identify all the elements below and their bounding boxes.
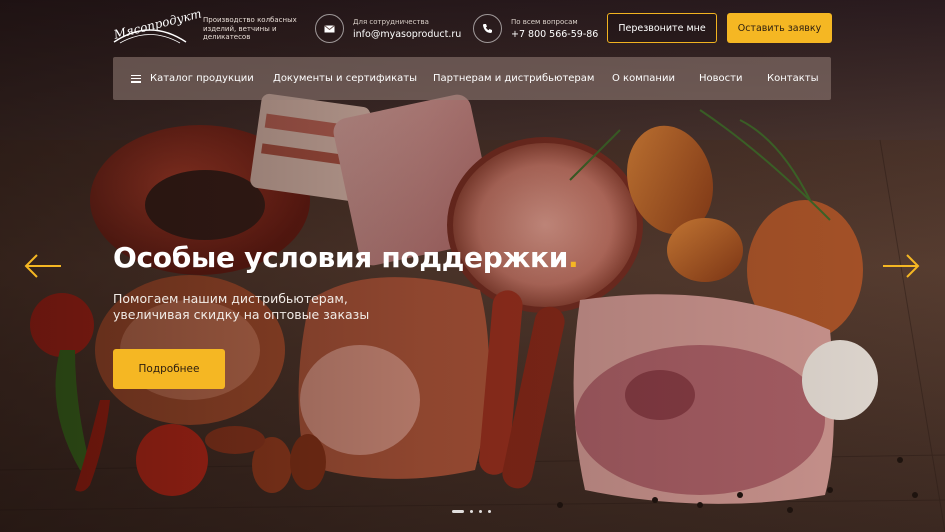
nav-item-catalog[interactable]: Каталог продукции (131, 57, 254, 100)
main-nav: Каталог продукции Документы и сертификат… (113, 57, 831, 100)
hero-subtitle: Помогаем нашим дистрибьютерам, увеличива… (113, 291, 370, 322)
phone-link[interactable]: +7 800 566-59-86 (511, 29, 598, 40)
slider-dot-active[interactable] (452, 510, 464, 513)
nav-item-about[interactable]: О компании (612, 57, 675, 100)
phone-caption: По всем вопросам (511, 18, 578, 26)
nav-item-partners[interactable]: Партнерам и дистрибьютерам (433, 57, 594, 100)
burger-menu-icon (131, 74, 141, 83)
hero-title: Особые условия поддержки. (113, 241, 579, 274)
hero-title-dot: . (568, 241, 579, 274)
email-link[interactable]: info@myasoproduct.ru (353, 29, 461, 40)
mail-icon (315, 14, 344, 43)
slider-dot[interactable] (479, 510, 482, 513)
arrow-right-icon[interactable] (881, 252, 921, 280)
slider-dot[interactable] (470, 510, 473, 513)
request-button[interactable]: Оставить заявку (727, 13, 832, 43)
email-caption: Для сотрудничества (353, 18, 429, 26)
site-header: Мясопродукт Производство колбасных издел… (0, 0, 945, 56)
company-logo[interactable]: Мясопродукт (112, 6, 203, 46)
phone-icon (473, 14, 502, 43)
more-button[interactable]: Подробнее (113, 349, 225, 389)
company-tagline: Производство колбасных изделий, ветчины … (203, 16, 297, 41)
slider-dot[interactable] (488, 510, 491, 513)
hero-slider: Мясопродукт Производство колбасных издел… (0, 0, 945, 532)
callback-button[interactable]: Перезвоните мне (607, 13, 717, 43)
hero-title-text: Особые условия поддержки (113, 241, 569, 274)
nav-item-contacts[interactable]: Контакты (767, 57, 818, 100)
nav-item-label: Каталог продукции (150, 73, 254, 84)
nav-item-news[interactable]: Новости (699, 57, 742, 100)
arrow-left-icon[interactable] (23, 252, 63, 280)
nav-item-documents[interactable]: Документы и сертификаты (273, 57, 417, 100)
